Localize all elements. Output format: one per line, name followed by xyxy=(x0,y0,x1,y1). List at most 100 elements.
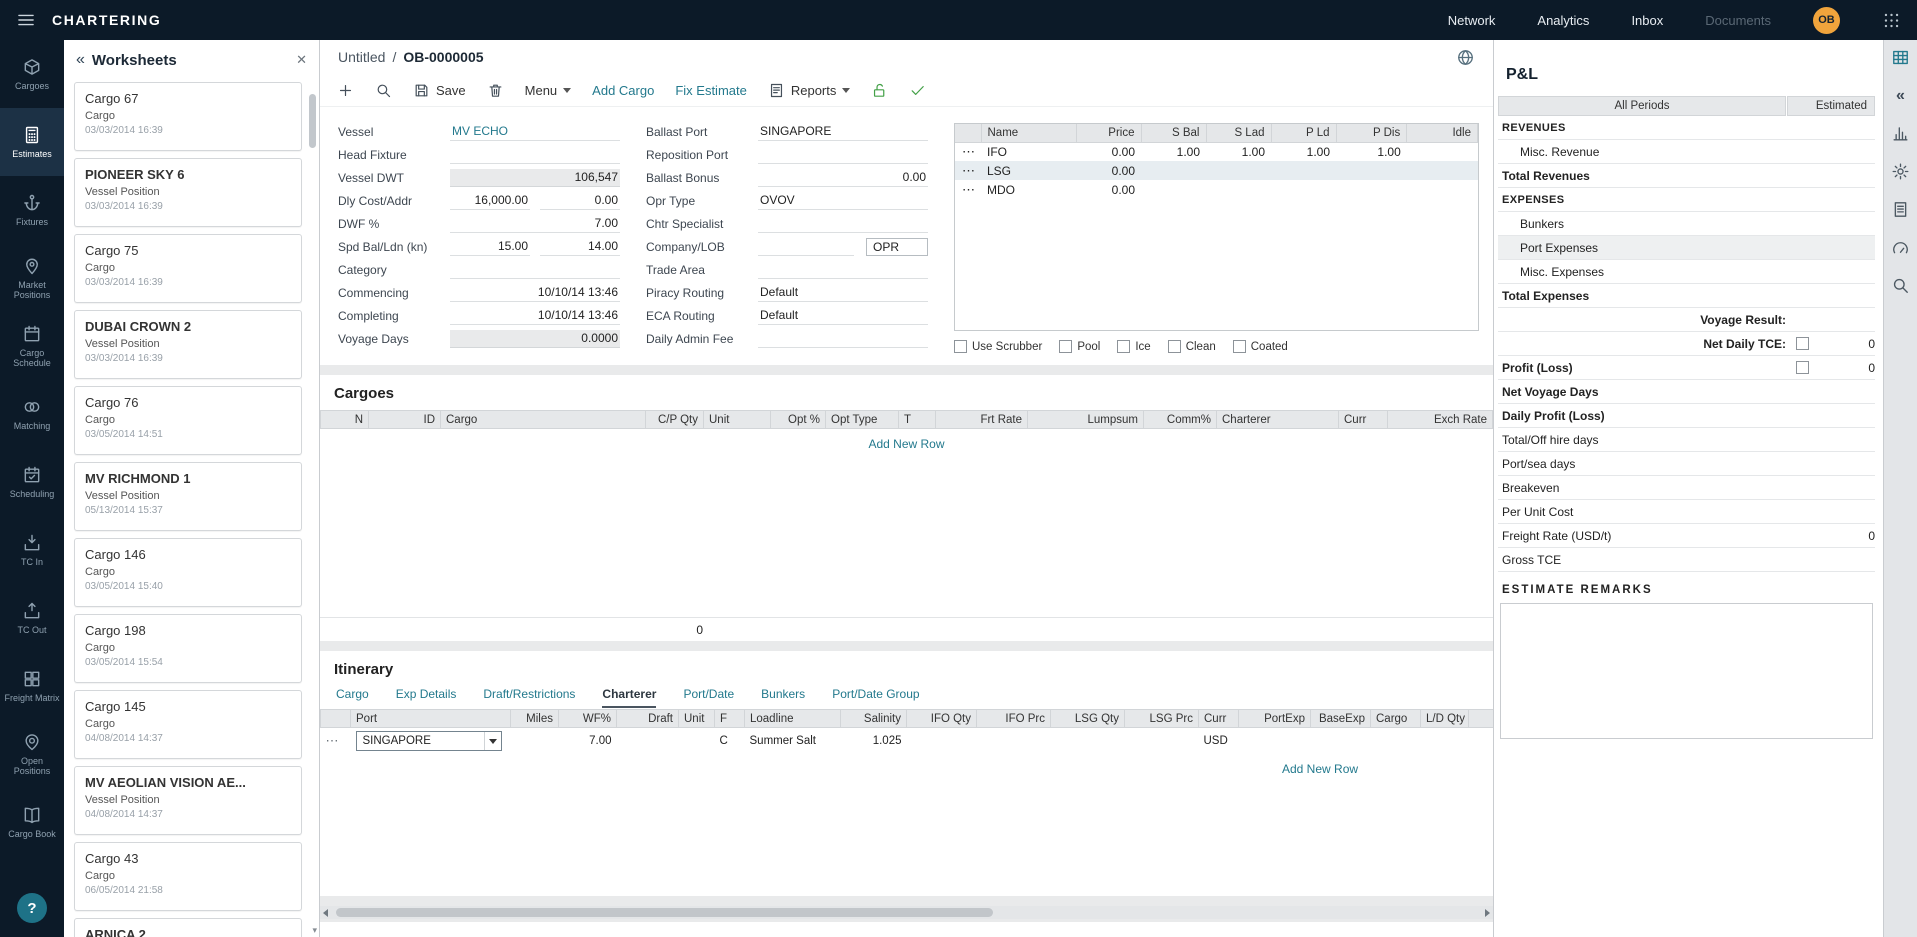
itinerary-cell-miles[interactable] xyxy=(511,728,559,755)
eca-routing-input[interactable]: Default xyxy=(758,307,928,325)
port-select[interactable]: SINGAPORE xyxy=(356,731,502,751)
table-grid-icon[interactable] xyxy=(1891,48,1910,67)
nav-inbox[interactable]: Inbox xyxy=(1631,13,1663,28)
itinerary-cell-curr[interactable]: USD xyxy=(1199,728,1239,755)
itinerary-cell-wf[interactable]: 7.00 xyxy=(559,728,617,755)
sidebar-item-fixtures[interactable]: Fixtures xyxy=(0,176,64,244)
worksheet-card-cargo-198[interactable]: Cargo 198Cargo03/05/2014 15:54 xyxy=(74,614,302,683)
itinerary-cell-baseexp[interactable] xyxy=(1311,728,1371,755)
itinerary-cell-lsg-qty[interactable] xyxy=(1051,728,1125,755)
bunkers-row-lsg[interactable]: ⋯LSG0.00 xyxy=(955,161,1478,180)
validate-check-icon[interactable] xyxy=(909,82,926,99)
new-estimate-button[interactable] xyxy=(337,82,354,99)
checkbox-box[interactable] xyxy=(954,340,967,353)
dwf-input[interactable]: 7.00 xyxy=(450,215,620,233)
itinerary-cell-lsg-prc[interactable] xyxy=(1125,728,1199,755)
spd-bal-ldn-kn-input[interactable]: 14.00 xyxy=(540,238,620,256)
collapse-panel-icon[interactable]: « xyxy=(1896,86,1905,105)
checkbox-box[interactable] xyxy=(1168,340,1181,353)
worksheet-card-cargo-146[interactable]: Cargo 146Cargo03/05/2014 15:40 xyxy=(74,538,302,607)
sidebar-item-open-positions[interactable]: Open Positions xyxy=(0,720,64,788)
checkbox-box[interactable] xyxy=(1117,340,1130,353)
apps-grid-icon[interactable] xyxy=(1882,11,1901,30)
sidebar-item-tc-out[interactable]: TC Out xyxy=(0,584,64,652)
itinerary-cell-ifo-qty[interactable] xyxy=(907,728,977,755)
worksheets-scroll-thumb[interactable] xyxy=(309,94,316,148)
worksheet-card-cargo-76[interactable]: Cargo 76Cargo03/05/2014 14:51 xyxy=(74,386,302,455)
delete-button[interactable] xyxy=(487,82,504,99)
itinerary-cell-loadline[interactable]: Summer Salt xyxy=(745,728,841,755)
search-button[interactable] xyxy=(375,82,392,99)
chtr-specialist-input[interactable] xyxy=(758,215,928,233)
itinerary-tab-port-date-group[interactable]: Port/Date Group xyxy=(832,687,919,708)
itinerary-cell-draft[interactable] xyxy=(617,728,679,755)
pnl-period-header[interactable]: All Periods xyxy=(1498,96,1786,116)
itinerary-cell-l-d-qty[interactable] xyxy=(1421,728,1469,755)
reports-button[interactable]: Reports xyxy=(768,82,851,99)
collapse-worksheets-icon[interactable]: « xyxy=(76,52,85,68)
dly-cost-addr-input[interactable]: 16,000.00 xyxy=(450,192,530,210)
sidebar-item-matching[interactable]: Matching xyxy=(0,380,64,448)
itinerary-tab-exp-details[interactable]: Exp Details xyxy=(396,687,457,708)
worksheet-card-cargo-75[interactable]: Cargo 75Cargo03/03/2014 16:39 xyxy=(74,234,302,303)
estimate-remarks-input[interactable] xyxy=(1500,603,1873,739)
itinerary-cell-cargo[interactable] xyxy=(1371,728,1421,755)
worksheet-card-cargo-43[interactable]: Cargo 43Cargo06/05/2014 21:58 xyxy=(74,842,302,911)
opr-type-input[interactable]: OVOV xyxy=(758,192,928,210)
trade-area-input[interactable] xyxy=(758,261,928,279)
checkbox-box[interactable] xyxy=(1233,340,1246,353)
pnl-checkbox-profit-loss[interactable] xyxy=(1796,361,1809,374)
sidebar-item-market-positions[interactable]: Market Positions xyxy=(0,244,64,312)
ballast-port-input[interactable]: SINGAPORE xyxy=(758,123,928,141)
worksheet-card-dubai-crown-2[interactable]: DUBAI CROWN 2Vessel Position03/03/2014 1… xyxy=(74,310,302,379)
itinerary-cell-f[interactable]: C xyxy=(715,728,745,755)
save-button[interactable]: Save xyxy=(413,82,466,99)
sidebar-item-cargo-schedule[interactable]: Cargo Schedule xyxy=(0,312,64,380)
menu-button[interactable]: Menu xyxy=(525,83,572,98)
sidebar-item-scheduling[interactable]: Scheduling xyxy=(0,448,64,516)
bunkers-row-ifo[interactable]: ⋯IFO0.001.001.001.001.00 xyxy=(955,142,1478,161)
itinerary-tab-cargo[interactable]: Cargo xyxy=(336,687,369,708)
category-input[interactable] xyxy=(450,261,620,279)
row-menu-icon[interactable]: ⋯ xyxy=(955,142,981,161)
itinerary-add-new-row-link[interactable]: Add New Row xyxy=(1282,762,1493,776)
sidebar-item-cargo-book[interactable]: Cargo Book xyxy=(0,788,64,856)
commencing-input[interactable]: 10/10/14 13:46 xyxy=(450,284,620,302)
itinerary-cell-unit[interactable] xyxy=(679,728,715,755)
checkbox-clean[interactable]: Clean xyxy=(1168,340,1216,353)
reposition-port-input[interactable] xyxy=(758,146,928,164)
itinerary-cell-portexp[interactable] xyxy=(1239,728,1311,755)
worksheet-card-arnica-2[interactable]: ARNICA 2 xyxy=(74,918,302,937)
checkbox-pool[interactable]: Pool xyxy=(1059,340,1100,353)
fix-estimate-button[interactable]: Fix Estimate xyxy=(675,83,747,98)
lob-input[interactable]: OPR xyxy=(866,238,928,256)
daily-admin-fee-input[interactable] xyxy=(758,330,928,348)
itinerary-tab-charterer[interactable]: Charterer xyxy=(602,687,656,708)
vessel-input[interactable]: MV ECHO xyxy=(450,123,620,141)
add-cargo-button[interactable]: Add Cargo xyxy=(592,83,654,98)
worksheet-card-pioneer-sky-6[interactable]: PIONEER SKY 6Vessel Position03/03/2014 1… xyxy=(74,158,302,227)
gauge-icon[interactable] xyxy=(1891,238,1910,257)
itinerary-cell-salinity[interactable]: 1.025 xyxy=(841,728,907,755)
worksheet-card-cargo-67[interactable]: Cargo 67Cargo03/03/2014 16:39 xyxy=(74,82,302,151)
horizontal-scroll-thumb[interactable] xyxy=(336,908,993,917)
dly-cost-addr-input[interactable]: 0.00 xyxy=(540,192,620,210)
search-icon[interactable] xyxy=(1891,276,1910,295)
checkbox-ice[interactable]: Ice xyxy=(1117,340,1150,353)
ballast-bonus-input[interactable]: 0.00 xyxy=(758,169,928,187)
breadcrumb-parent[interactable]: Untitled xyxy=(338,49,385,65)
scroll-right-icon[interactable] xyxy=(1485,909,1490,917)
help-button[interactable]: ? xyxy=(17,893,47,923)
avatar[interactable]: OB xyxy=(1813,7,1840,34)
worksheets-scrollbar[interactable] xyxy=(309,86,316,923)
sidebar-item-freight-matrix[interactable]: Freight Matrix xyxy=(0,652,64,720)
row-menu-icon[interactable]: ⋯ xyxy=(321,728,351,755)
nav-network[interactable]: Network xyxy=(1448,13,1496,28)
sidebar-item-tc-in[interactable]: TC In xyxy=(0,516,64,584)
worksheets-scroll-down-icon[interactable]: ▾ xyxy=(312,925,317,936)
spd-bal-ldn-kn-input[interactable]: 15.00 xyxy=(450,238,530,256)
pnl-checkbox-net-daily-tce[interactable] xyxy=(1796,337,1809,350)
company-lob-input[interactable] xyxy=(758,238,854,256)
globe-icon[interactable] xyxy=(1456,48,1475,67)
row-menu-icon[interactable]: ⋯ xyxy=(955,180,981,199)
